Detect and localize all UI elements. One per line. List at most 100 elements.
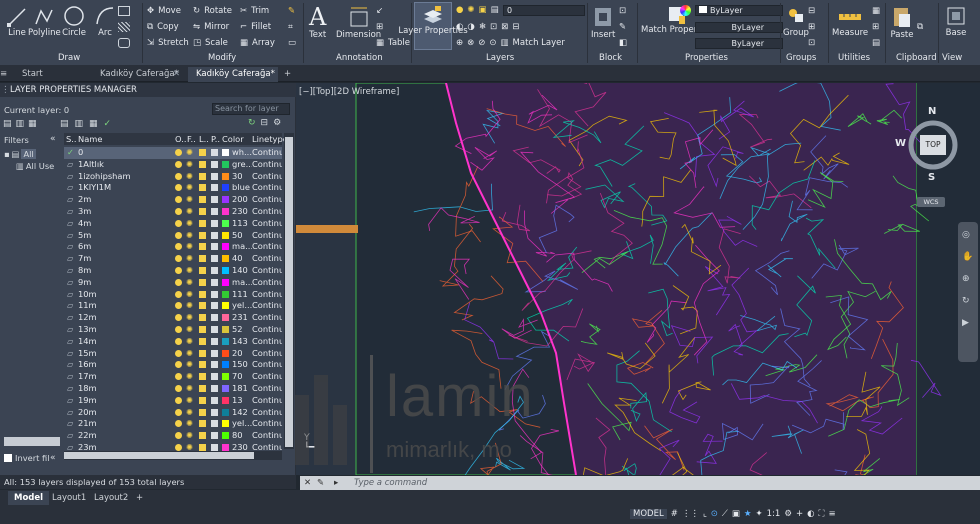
layer-thaw-icon[interactable]: ⊘ bbox=[478, 38, 485, 48]
sun-icon[interactable]: ✺ bbox=[186, 383, 193, 395]
table-button[interactable]: ▦ Table bbox=[376, 38, 410, 48]
layer-color-name[interactable]: 143 bbox=[232, 336, 252, 348]
sun-icon[interactable]: ✺ bbox=[186, 430, 193, 442]
layer-name[interactable]: 22m bbox=[78, 430, 173, 442]
layer-search-input[interactable]: Search for layer bbox=[212, 103, 290, 115]
layer-linetype[interactable]: Continu... bbox=[252, 159, 282, 171]
unlock-icon[interactable] bbox=[199, 408, 206, 416]
layer-linetype[interactable]: Continu... bbox=[252, 253, 282, 265]
layer-color-name[interactable]: 30 bbox=[232, 171, 252, 183]
sun-icon[interactable]: ✺ bbox=[186, 348, 193, 360]
fillet-button[interactable]: ⌐ Fillet bbox=[240, 22, 271, 32]
view-panel-label[interactable]: View bbox=[942, 53, 962, 63]
layer-color-swatch[interactable] bbox=[222, 444, 229, 451]
layer-unisolate-icon[interactable]: ⊗ bbox=[467, 38, 474, 48]
unlock-icon[interactable] bbox=[199, 302, 206, 310]
arc-tool[interactable]: Arc bbox=[93, 4, 117, 38]
match-layer-label[interactable]: Match Layer bbox=[513, 38, 565, 48]
layer-row[interactable]: ▱ 4m ✺ 113Continu... bbox=[64, 218, 282, 230]
new-property-filter-icon[interactable]: ▤ bbox=[3, 119, 12, 129]
layer-row[interactable]: ▱ 15m ✺ 20Continu... bbox=[64, 348, 282, 360]
layer-name[interactable]: 16m bbox=[78, 359, 173, 371]
layer-row[interactable]: ▱ 21m ✺ yel...Continu... bbox=[64, 418, 282, 430]
layer-color-name[interactable]: yel... bbox=[232, 418, 252, 430]
sun-icon[interactable]: ✺ bbox=[186, 241, 193, 253]
viewcube-top-face[interactable]: TOP bbox=[920, 135, 946, 155]
layer-linetype[interactable]: Continu... bbox=[252, 395, 282, 407]
close-icon[interactable]: ✕ bbox=[173, 67, 180, 82]
unlock-icon[interactable] bbox=[199, 231, 206, 239]
sun-icon[interactable]: ✺ bbox=[186, 312, 193, 324]
sun-icon[interactable]: ✺ bbox=[186, 371, 193, 383]
bulb-icon[interactable] bbox=[175, 149, 182, 156]
unlock-icon[interactable] bbox=[199, 314, 206, 322]
bulb-icon[interactable] bbox=[175, 373, 182, 381]
layer-color-name[interactable]: yel... bbox=[232, 300, 252, 312]
sun-icon[interactable]: ✺ bbox=[186, 253, 193, 265]
printer-icon[interactable] bbox=[211, 160, 218, 168]
bulb-icon[interactable] bbox=[175, 337, 182, 345]
layer-color-name[interactable]: 200 bbox=[232, 194, 252, 206]
layer-row[interactable]: ▱ 7m ✺ 40Continu... bbox=[64, 253, 282, 265]
col-lock[interactable]: L.. bbox=[199, 133, 209, 145]
layer-lock-icon[interactable]: ⊡ bbox=[490, 22, 497, 32]
sun-icon[interactable]: ✺ bbox=[186, 324, 193, 336]
layer-color-name[interactable]: ma... bbox=[232, 241, 252, 253]
unlock-icon[interactable] bbox=[199, 432, 206, 440]
sun-icon[interactable]: ✺ bbox=[186, 418, 193, 430]
sun-icon[interactable]: ✺ bbox=[186, 218, 193, 230]
bulb-icon[interactable] bbox=[175, 396, 182, 404]
layer-color-name[interactable]: 13 bbox=[232, 395, 252, 407]
layer-color-swatch[interactable] bbox=[222, 184, 229, 192]
printer-icon[interactable] bbox=[211, 255, 218, 263]
gear-icon[interactable]: ⚙ bbox=[273, 118, 281, 128]
trim-button[interactable]: ✂ Trim bbox=[240, 6, 269, 16]
block-panel-label[interactable]: Block bbox=[599, 53, 622, 63]
layer-name[interactable]: 1KIYI1M bbox=[78, 182, 173, 194]
collapse-icon[interactable]: « bbox=[50, 134, 56, 144]
layer-color-name[interactable]: 181 bbox=[232, 383, 252, 395]
insert-tool[interactable]: Insert bbox=[591, 4, 615, 40]
layer-row[interactable]: ▱ 2m ✺ 200Continu... bbox=[64, 194, 282, 206]
layer-name[interactable]: 10m bbox=[78, 289, 173, 301]
bulb-icon[interactable] bbox=[175, 219, 182, 227]
count-tool[interactable]: ▤ bbox=[872, 38, 880, 48]
bulb-icon[interactable] bbox=[175, 290, 182, 298]
unlock-icon[interactable] bbox=[199, 172, 206, 180]
layer-name[interactable]: 1Altlık bbox=[78, 159, 173, 171]
printer-icon[interactable] bbox=[211, 290, 218, 298]
bulb-icon[interactable] bbox=[175, 326, 182, 333]
clipboard-panel-label[interactable]: Clipboard bbox=[896, 53, 937, 63]
layer-name[interactable]: 6m bbox=[78, 241, 173, 253]
collapse-icon[interactable]: « bbox=[50, 453, 56, 463]
printer-icon[interactable] bbox=[211, 326, 218, 333]
match-layer-icon[interactable]: ▥ bbox=[501, 38, 509, 48]
annotation-panel-label[interactable]: Annotation bbox=[336, 53, 383, 63]
layer-row[interactable]: ▱ 1Altlık ✺ gre...Continu... bbox=[64, 159, 282, 171]
group-tool[interactable]: Group bbox=[783, 4, 809, 38]
layer-linetype[interactable]: Continu... bbox=[252, 359, 282, 371]
scrollbar-thumb[interactable] bbox=[285, 137, 293, 447]
layer-name[interactable]: 11m bbox=[78, 300, 173, 312]
printer-icon[interactable] bbox=[211, 408, 218, 416]
layer-freeze-icon[interactable]: ❄ bbox=[479, 22, 486, 32]
layer-color-name[interactable]: 113 bbox=[232, 218, 252, 230]
layer-linetype[interactable]: Continu... bbox=[252, 336, 282, 348]
filter-icon[interactable]: ⊟ bbox=[261, 118, 269, 128]
layer-color-swatch[interactable] bbox=[222, 255, 229, 263]
orbit-icon[interactable]: ↻ bbox=[962, 296, 970, 306]
sun-icon[interactable]: ✺ bbox=[186, 407, 193, 419]
compass-south[interactable]: S bbox=[928, 172, 935, 183]
layer-color-swatch[interactable] bbox=[222, 432, 229, 440]
bulb-icon[interactable] bbox=[175, 172, 182, 180]
region-tool[interactable] bbox=[118, 38, 130, 48]
leader-tool[interactable]: ↙ bbox=[376, 6, 383, 16]
layer-row[interactable]: ▱ 5m ✺ 50Continu... bbox=[64, 230, 282, 242]
layer-color-swatch[interactable] bbox=[222, 373, 229, 381]
unlock-icon[interactable] bbox=[199, 196, 206, 204]
layer-row[interactable]: ▱ 9m ✺ ma...Continu... bbox=[64, 277, 282, 289]
offset-tool[interactable]: ▭ bbox=[288, 38, 296, 48]
unlock-icon[interactable] bbox=[199, 149, 206, 156]
unlock-icon[interactable] bbox=[199, 361, 206, 369]
layer-color-name[interactable]: gre... bbox=[232, 159, 252, 171]
